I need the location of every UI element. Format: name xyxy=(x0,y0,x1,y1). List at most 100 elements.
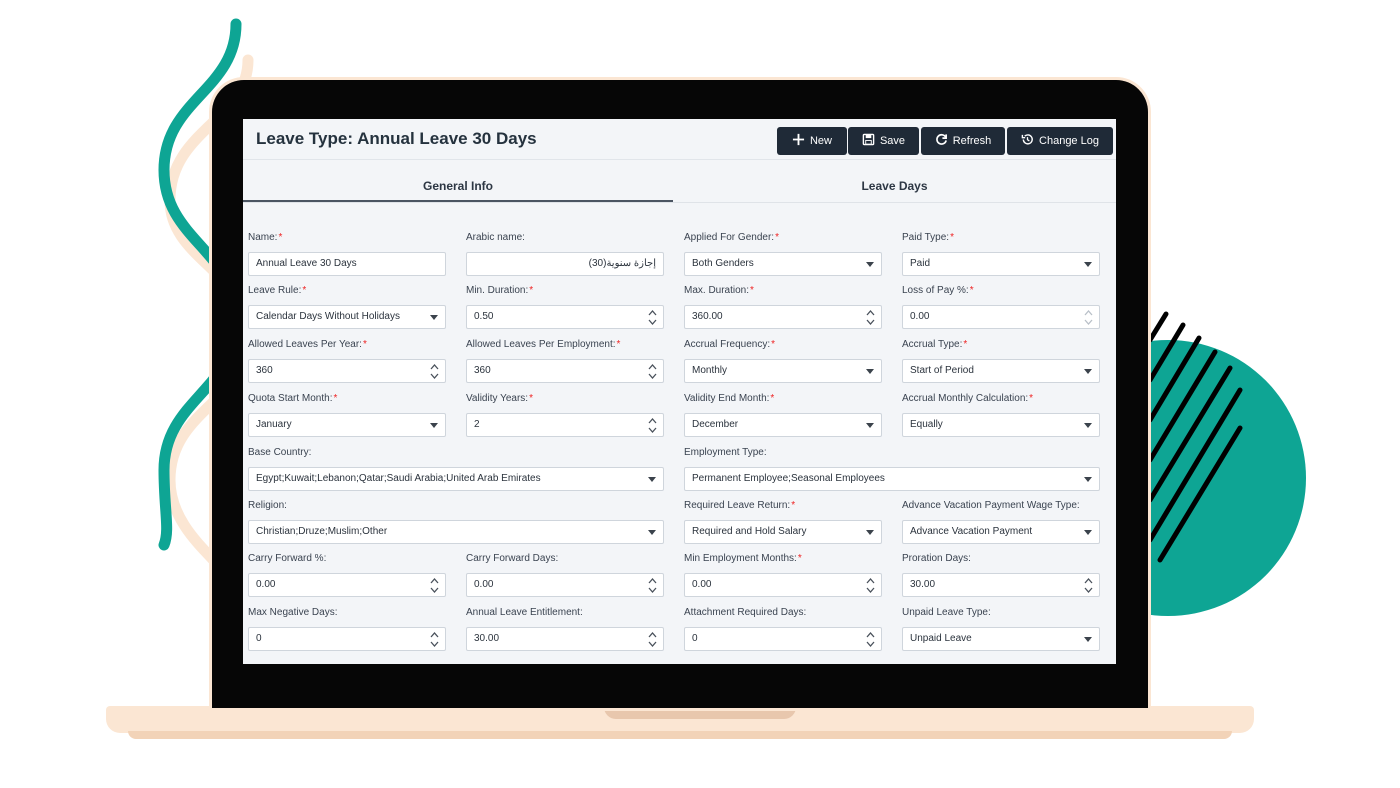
accrual-frequency-label: Accrual Frequency:* xyxy=(684,339,776,350)
chevron-down-icon[interactable] xyxy=(866,369,874,374)
stepper-arrows-icon[interactable] xyxy=(648,417,657,434)
applied-gender-value: Both Genders xyxy=(692,258,754,269)
chevron-down-icon[interactable] xyxy=(1084,423,1092,428)
chevron-down-icon[interactable] xyxy=(866,530,874,535)
chevron-down-icon[interactable] xyxy=(1084,369,1092,374)
advance-vacation-wage-label: Advance Vacation Payment Wage Type: xyxy=(902,500,1080,511)
stepper-arrows-icon[interactable] xyxy=(648,309,657,326)
min-employment-months-stepper[interactable]: 0.00 xyxy=(684,573,882,597)
validity-end-month-select[interactable]: December xyxy=(684,413,882,437)
history-icon xyxy=(1021,133,1034,149)
chevron-down-icon[interactable] xyxy=(866,262,874,267)
loss-of-pay-value: 0.00 xyxy=(910,311,930,322)
base-country-select[interactable]: Egypt;Kuwait;Lebanon;Qatar;Saudi Arabia;… xyxy=(248,467,664,491)
new-button[interactable]: New xyxy=(777,127,847,155)
validity-end-month-value: December xyxy=(692,419,739,430)
stepper-arrows-icon[interactable] xyxy=(430,577,439,594)
allowed-per-year-value: 360 xyxy=(256,365,273,376)
save-button[interactable]: Save xyxy=(848,127,919,155)
arabic-name-label: Arabic name: xyxy=(466,232,525,243)
refresh-icon xyxy=(935,133,948,149)
required-asterisk: * xyxy=(278,232,283,243)
chevron-down-icon[interactable] xyxy=(1084,477,1092,482)
proration-days-stepper[interactable]: 30.00 xyxy=(902,573,1100,597)
stepper-arrows-icon[interactable] xyxy=(430,363,439,380)
required-asterisk: * xyxy=(616,339,621,350)
accrual-frequency-select[interactable]: Monthly xyxy=(684,359,882,383)
tab-general-info[interactable]: General Info xyxy=(243,160,673,202)
applied-gender-select[interactable]: Both Genders xyxy=(684,252,882,276)
change-log-button[interactable]: Change Log xyxy=(1007,127,1113,155)
allowed-per-employment-value: 360 xyxy=(474,365,491,376)
attachment-days-stepper[interactable]: 0 xyxy=(684,627,882,651)
chevron-down-icon[interactable] xyxy=(1084,637,1092,642)
tab-leave-days[interactable]: Leave Days xyxy=(673,160,1116,202)
floppy-disk-icon xyxy=(862,133,875,149)
name-input[interactable]: Annual Leave 30 Days xyxy=(248,252,446,276)
chevron-down-icon[interactable] xyxy=(648,530,656,535)
chevron-down-icon[interactable] xyxy=(430,315,438,320)
accrual-type-select[interactable]: Start of Period xyxy=(902,359,1100,383)
carry-forward-days-value: 0.00 xyxy=(474,579,494,590)
required-asterisk: * xyxy=(969,285,974,296)
stepper-arrows-icon[interactable] xyxy=(430,631,439,648)
stepper-arrows-icon[interactable] xyxy=(648,631,657,648)
stepper-arrows-icon[interactable] xyxy=(866,309,875,326)
accrual-monthly-calc-select[interactable]: Equally xyxy=(902,413,1100,437)
advance-vacation-wage-value: Advance Vacation Payment xyxy=(910,526,1033,537)
stepper-arrows-icon[interactable] xyxy=(866,631,875,648)
max-negative-days-value: 0 xyxy=(256,633,262,644)
max-duration-label: Max. Duration:* xyxy=(684,285,754,296)
advance-vacation-wage-select[interactable]: Advance Vacation Payment xyxy=(902,520,1100,544)
quota-start-month-select[interactable]: January xyxy=(248,413,446,437)
stepper-arrows-icon[interactable] xyxy=(866,577,875,594)
carry-forward-days-stepper[interactable]: 0.00 xyxy=(466,573,664,597)
annual-entitlement-stepper[interactable]: 30.00 xyxy=(466,627,664,651)
validity-years-value: 2 xyxy=(474,419,480,430)
carry-forward-days-label: Carry Forward Days: xyxy=(466,553,559,564)
stepper-arrows-icon[interactable] xyxy=(648,577,657,594)
required-leave-return-label: Required Leave Return:* xyxy=(684,500,796,511)
allowed-per-employment-label: Allowed Leaves Per Employment:* xyxy=(466,339,621,350)
chevron-down-icon[interactable] xyxy=(430,423,438,428)
carry-forward-pct-stepper[interactable]: 0.00 xyxy=(248,573,446,597)
chevron-down-icon[interactable] xyxy=(866,423,874,428)
unpaid-leave-type-select[interactable]: Unpaid Leave xyxy=(902,627,1100,651)
accrual-type-label: Accrual Type:* xyxy=(902,339,968,350)
required-asterisk: * xyxy=(771,339,776,350)
quota-start-month-label: Quota Start Month:* xyxy=(248,393,338,404)
employment-type-select[interactable]: Permanent Employee;Seasonal Employees xyxy=(684,467,1100,491)
change-log-button-label: Change Log xyxy=(1039,135,1099,147)
quota-start-month-value: January xyxy=(256,419,292,430)
required-asterisk: * xyxy=(362,339,367,350)
stepper-arrows-icon[interactable] xyxy=(1084,309,1093,326)
arabic-name-value: إجازة سنوية(30) xyxy=(588,258,656,269)
stepper-arrows-icon[interactable] xyxy=(648,363,657,380)
unpaid-leave-type-label: Unpaid Leave Type: xyxy=(902,607,991,618)
max-negative-days-stepper[interactable]: 0 xyxy=(248,627,446,651)
allowed-per-employment-stepper[interactable]: 360 xyxy=(466,359,664,383)
stepper-arrows-icon[interactable] xyxy=(1084,577,1093,594)
annual-entitlement-label: Annual Leave Entitlement: xyxy=(466,607,583,618)
refresh-button[interactable]: Refresh xyxy=(921,127,1005,155)
paid-type-select[interactable]: Paid xyxy=(902,252,1100,276)
max-duration-stepper[interactable]: 360.00 xyxy=(684,305,882,329)
chevron-down-icon[interactable] xyxy=(1084,262,1092,267)
allowed-per-year-stepper[interactable]: 360 xyxy=(248,359,446,383)
name-value: Annual Leave 30 Days xyxy=(256,258,357,269)
religion-value: Christian;Druze;Muslim;Other xyxy=(256,526,388,537)
loss-of-pay-stepper[interactable]: 0.00 xyxy=(902,305,1100,329)
validity-years-stepper[interactable]: 2 xyxy=(466,413,664,437)
leave-rule-select[interactable]: Calendar Days Without Holidays xyxy=(248,305,446,329)
max-duration-value: 360.00 xyxy=(692,311,723,322)
min-duration-stepper[interactable]: 0.50 xyxy=(466,305,664,329)
refresh-button-label: Refresh xyxy=(952,135,992,147)
chevron-down-icon[interactable] xyxy=(648,477,656,482)
arabic-name-input[interactable]: إجازة سنوية(30) xyxy=(466,252,664,276)
carry-forward-pct-label: Carry Forward %: xyxy=(248,553,327,564)
religion-select[interactable]: Christian;Druze;Muslim;Other xyxy=(248,520,664,544)
required-leave-return-select[interactable]: Required and Hold Salary xyxy=(684,520,882,544)
applied-gender-label: Applied For Gender:* xyxy=(684,232,779,243)
chevron-down-icon[interactable] xyxy=(1084,530,1092,535)
unpaid-leave-type-value: Unpaid Leave xyxy=(910,633,972,644)
